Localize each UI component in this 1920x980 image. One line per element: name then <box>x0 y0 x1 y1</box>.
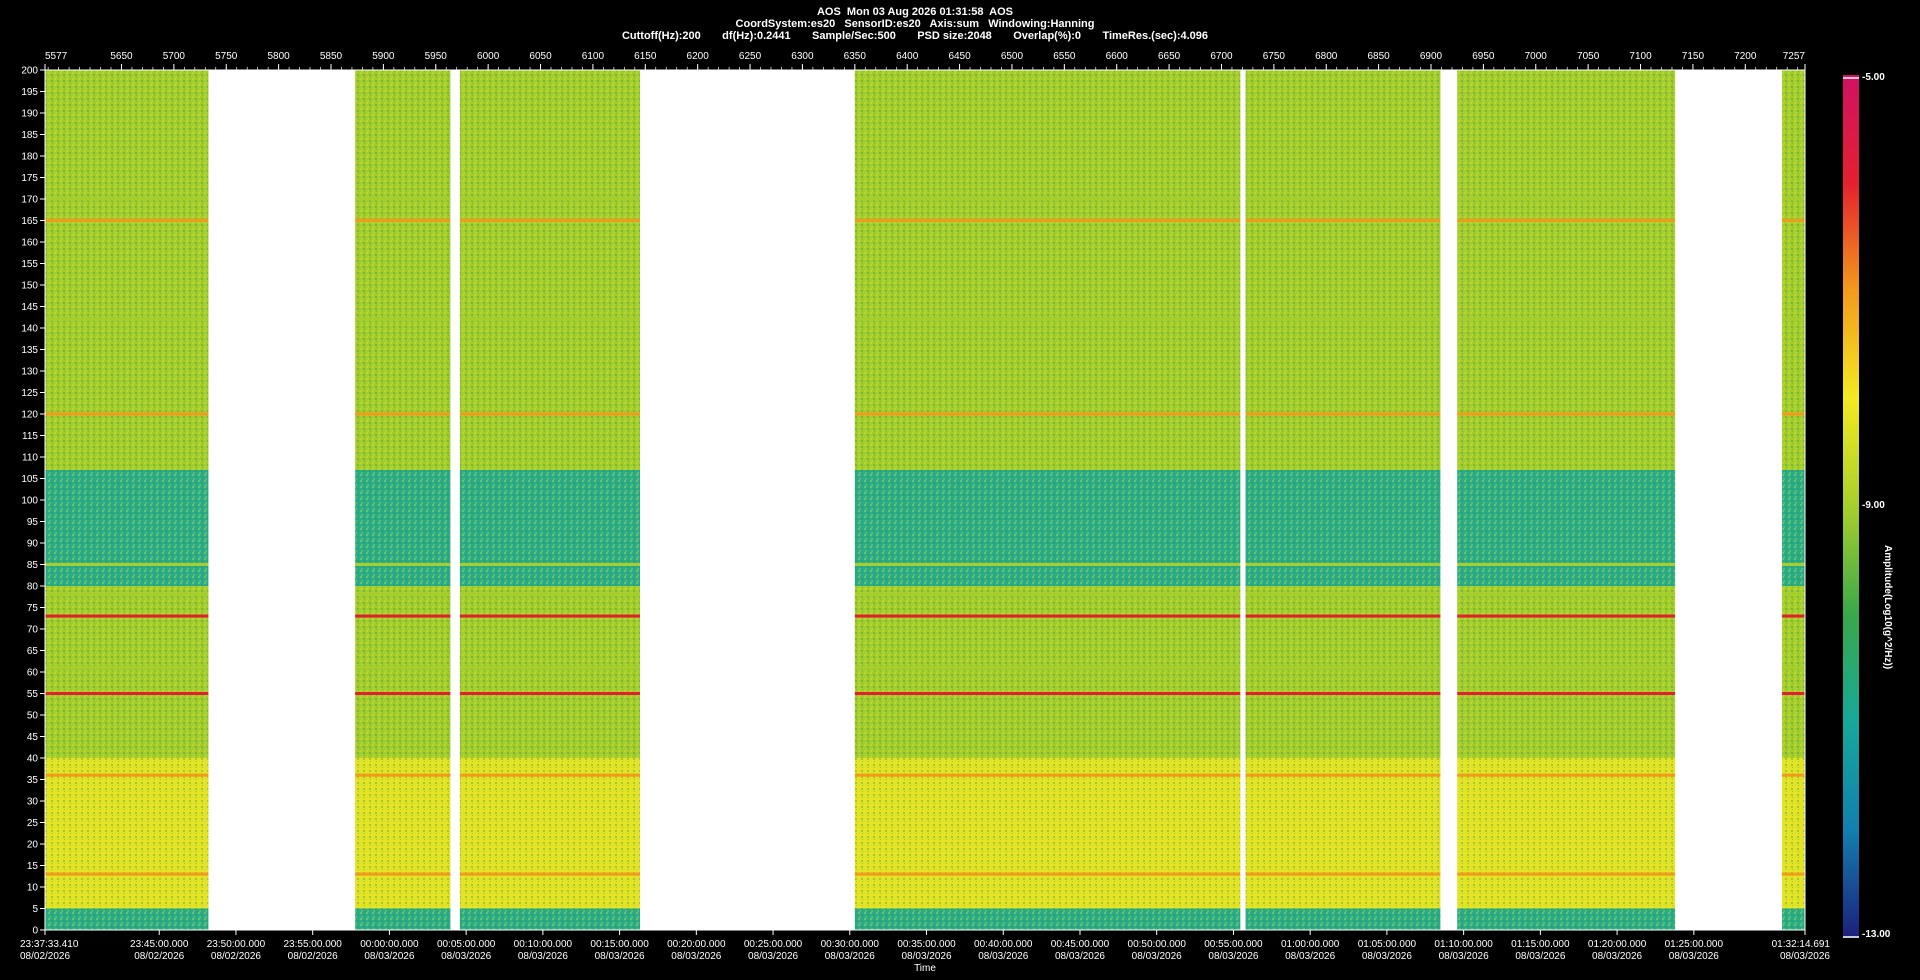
colorbar-mid-label: -9.00 <box>1862 500 1885 511</box>
colorbar-min-label: -13.00 <box>1862 929 1891 940</box>
x-axis-label: Time <box>914 963 936 974</box>
colorbar-max-label: -5.00 <box>1862 72 1885 83</box>
colorbar-gradient <box>1843 75 1859 938</box>
colorbar-axis-label: Amplitude(Log10(g^2/Hz)) <box>1882 545 1893 670</box>
colorbar <box>1843 75 1859 938</box>
